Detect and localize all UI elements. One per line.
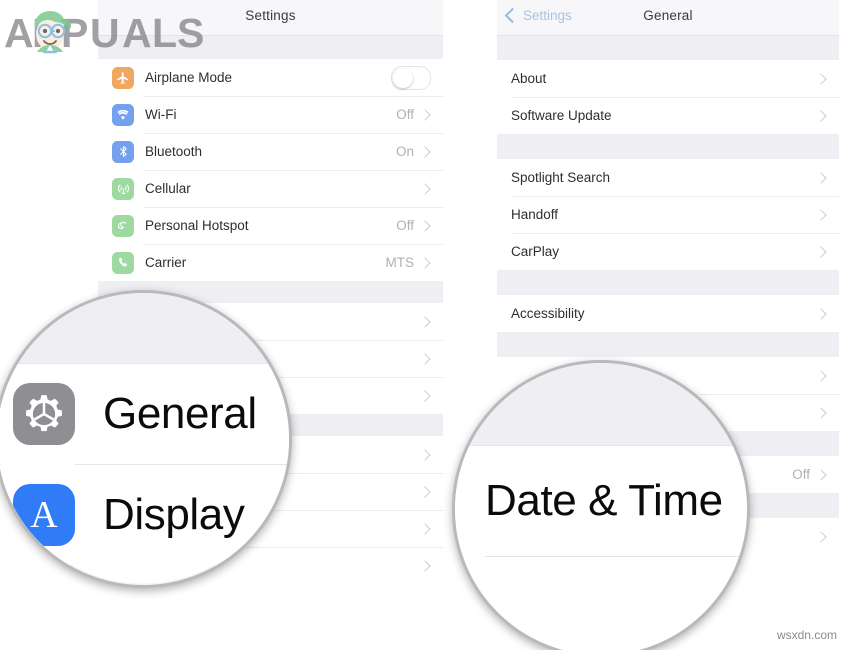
- appuals-mascot-icon: [34, 11, 71, 54]
- row-label: Carrier: [145, 255, 187, 270]
- chevron-right-icon: [815, 171, 827, 184]
- magnifier-row-display[interactable]: A Display: [0, 465, 289, 565]
- magnifier-group-gap: [0, 293, 289, 363]
- settings-row-cellular[interactable]: Cellular: [98, 170, 443, 207]
- chevron-right-icon: [419, 108, 431, 121]
- chevron-right-icon: [815, 208, 827, 221]
- wsxdn-watermark: wsxdn.com: [776, 628, 837, 642]
- chevron-right-icon: [815, 406, 827, 419]
- settings-navbar: Settings: [98, 0, 443, 36]
- row-label: Handoff: [511, 207, 559, 222]
- hotspot-icon: [112, 214, 134, 237]
- wifi-icon: [112, 103, 134, 126]
- row-label: Cellular: [145, 181, 191, 196]
- general-navbar: Settings General: [497, 0, 839, 36]
- gear-icon: [13, 383, 75, 445]
- general-display-magnifier: General A Display: [0, 290, 292, 588]
- row-value: Off: [396, 107, 414, 122]
- general-row-carplay[interactable]: CarPlay: [497, 233, 839, 270]
- magnifier-empty-area: [455, 557, 747, 650]
- chevron-right-icon: [419, 256, 431, 269]
- chevron-right-icon: [815, 245, 827, 258]
- settings-row-airplane-mode[interactable]: Airplane Mode: [98, 59, 443, 96]
- general-group-gap-3: [497, 270, 839, 295]
- chevron-right-icon: [815, 468, 827, 481]
- general-row-spotlight-search[interactable]: Spotlight Search: [497, 159, 839, 196]
- chevron-right-icon: [419, 182, 431, 195]
- row-label: Software Update: [511, 108, 612, 123]
- screenshot-canvas: Settings Airplane Mode Wi-Fi Off Bluetoo…: [0, 0, 847, 650]
- bluetooth-icon: [112, 140, 134, 163]
- row-value: Off: [396, 218, 414, 233]
- settings-row-carrier[interactable]: Carrier MTS: [98, 244, 443, 281]
- settings-row-bluetooth[interactable]: Bluetooth On: [98, 133, 443, 170]
- magnifier-label-display: Display: [103, 490, 245, 539]
- display-icon-letter: A: [30, 494, 58, 536]
- date-time-magnifier: Date & Time: [452, 360, 750, 650]
- svg-text:P: P: [61, 10, 89, 56]
- general-group-gap-2: [497, 134, 839, 159]
- row-value: Off: [792, 467, 810, 482]
- row-value: MTS: [385, 255, 415, 270]
- magnifier-content: Date & Time: [455, 363, 747, 650]
- airplane-icon: [112, 66, 134, 89]
- chevron-right-icon: [815, 72, 827, 85]
- airplane-mode-toggle[interactable]: [391, 65, 431, 90]
- row-label: Airplane Mode: [145, 70, 233, 85]
- svg-text:A: A: [4, 10, 35, 56]
- magnifier-content: General A Display: [0, 293, 289, 585]
- settings-group-gap-top: [98, 36, 443, 59]
- magnifier-row-general[interactable]: General: [0, 364, 289, 464]
- display-a-icon: A: [13, 484, 75, 546]
- phone-icon: [112, 251, 134, 274]
- row-label: Spotlight Search: [511, 170, 611, 185]
- settings-row-wifi[interactable]: Wi-Fi Off: [98, 96, 443, 133]
- general-row-accessibility[interactable]: Accessibility: [497, 295, 839, 332]
- chevron-right-icon: [419, 448, 431, 461]
- chevron-right-icon: [419, 522, 431, 535]
- settings-nav-title: Settings: [245, 8, 296, 23]
- general-group-2: Spotlight Search Handoff CarPlay: [497, 159, 839, 270]
- general-row-about[interactable]: About: [497, 60, 839, 97]
- chevron-right-icon: [815, 530, 827, 543]
- magnifier-label-date-time: Date & Time: [485, 476, 723, 525]
- magnifier-row-date-time[interactable]: Date & Time: [455, 446, 747, 556]
- row-label: Bluetooth: [145, 144, 203, 159]
- toggle-knob: [393, 67, 413, 88]
- magnifier-label-general: General: [103, 389, 257, 438]
- chevron-right-icon: [419, 559, 431, 572]
- magnifier-group-gap: [455, 363, 747, 445]
- row-label: Wi-Fi: [145, 107, 177, 122]
- chevron-right-icon: [419, 219, 431, 232]
- chevron-right-icon: [815, 109, 827, 122]
- chevron-right-icon: [815, 307, 827, 320]
- chevron-right-icon: [419, 389, 431, 402]
- general-nav-title: General: [643, 8, 693, 23]
- cellular-icon: [112, 177, 134, 200]
- row-label: CarPlay: [511, 244, 560, 259]
- general-group-1: About Software Update: [497, 60, 839, 134]
- general-group-gap-4: [497, 332, 839, 357]
- row-label: Accessibility: [511, 306, 585, 321]
- general-row-software-update[interactable]: Software Update: [497, 97, 839, 134]
- row-label: Personal Hotspot: [145, 218, 249, 233]
- settings-primary-group: Airplane Mode Wi-Fi Off Bluetooth On Cel…: [98, 59, 443, 281]
- general-group-3: Accessibility: [497, 295, 839, 332]
- row-label: About: [511, 71, 547, 86]
- chevron-right-icon: [419, 145, 431, 158]
- chevron-right-icon: [419, 352, 431, 365]
- chevron-right-icon: [419, 315, 431, 328]
- chevron-right-icon: [419, 485, 431, 498]
- general-row-handoff[interactable]: Handoff: [497, 196, 839, 233]
- general-group-gap-1: [497, 36, 839, 60]
- settings-row-personal-hotspot[interactable]: Personal Hotspot Off: [98, 207, 443, 244]
- svg-text:P: P: [32, 10, 60, 56]
- row-value: On: [395, 144, 414, 159]
- chevron-right-icon: [815, 369, 827, 382]
